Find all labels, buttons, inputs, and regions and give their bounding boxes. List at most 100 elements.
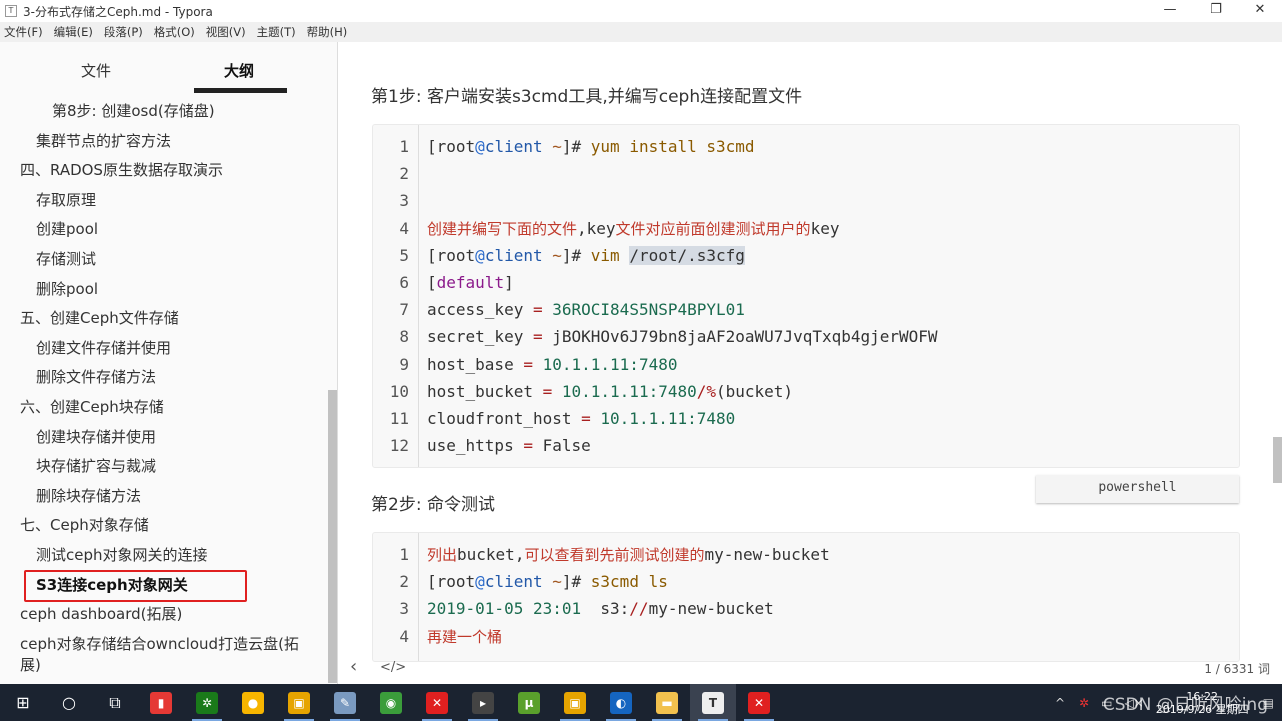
typora-taskbar-button[interactable]: T	[690, 684, 736, 721]
outline-item[interactable]: 删除文件存储方法	[36, 367, 156, 387]
line-number: 2	[399, 164, 409, 184]
menu-item[interactable]: 帮助(H)	[307, 24, 348, 40]
code-token: =	[542, 381, 553, 401]
minimize-button[interactable]: —	[1150, 0, 1190, 22]
outline-item[interactable]: 展)	[20, 655, 41, 675]
code-line: 2 [root@client ~]# s3cmd ls	[373, 568, 1239, 595]
code-token: =	[523, 354, 533, 374]
code-token: [root	[427, 572, 476, 592]
code-token: host_bucket	[427, 381, 543, 401]
code-line: 3	[373, 187, 1239, 214]
menu-item[interactable]: 格式(O)	[154, 24, 195, 40]
xmind-taskbar-button[interactable]: ✕	[414, 684, 460, 721]
code-token: 36ROCI84S5NSP4BPYL01	[552, 300, 745, 320]
outline-item[interactable]: 四、RADOS原生数据存取演示	[20, 160, 223, 180]
line-number: 5	[399, 245, 409, 265]
code-line: 9 host_base = 10.1.1.11:7480	[373, 351, 1239, 378]
code-token: 创建并编写下面的文件	[427, 219, 578, 238]
app-paint-taskbar-button[interactable]: ✎	[322, 684, 368, 721]
outline-item[interactable]: 块存储扩容与裁减	[36, 456, 156, 476]
source-mode-button[interactable]: </>	[380, 660, 406, 675]
line-number: 4	[399, 626, 409, 646]
menu-bar: 文件(F) 编辑(E) 段落(P) 格式(O) 视图(V) 主题(T) 帮助(H)	[0, 22, 1282, 42]
code-token: @	[475, 572, 485, 592]
code-token: 文件对应前面创建测试用户的	[615, 219, 811, 238]
outline-item[interactable]: ceph dashboard(拓展)	[20, 604, 182, 624]
xmind2-icon: ✕	[748, 691, 770, 714]
editor[interactable]: 第1步: 客户端安装s3cmd工具,并编写ceph连接配置文件 1 [root@c…	[338, 42, 1282, 684]
editor-scrollbar[interactable]	[1273, 437, 1282, 483]
app-vm-taskbar-button[interactable]: ▣	[276, 684, 322, 721]
toggle-sidebar-button[interactable]: ‹	[350, 656, 357, 677]
line-number: 7	[399, 300, 409, 320]
windows-start-taskbar-button[interactable]: ⊞	[0, 684, 46, 721]
app-vm2-taskbar-button[interactable]: ▣	[552, 684, 598, 721]
code-token: @	[475, 137, 485, 156]
code-token: bucket,	[457, 545, 525, 564]
search-cortana-taskbar-button[interactable]: ○	[46, 684, 92, 721]
status-bar: ‹ </> 1 / 6331 词	[338, 652, 1282, 684]
code-token: ~	[542, 245, 562, 265]
code-token: host_base	[427, 354, 524, 374]
app-blue-taskbar-button[interactable]: ◐	[598, 684, 644, 721]
menu-item[interactable]: 段落(P)	[104, 24, 143, 40]
outline-item[interactable]: 创建文件存储并使用	[36, 338, 171, 358]
outline-item[interactable]: 删除块存储方法	[36, 486, 141, 506]
xmind2-taskbar-button[interactable]: ✕	[736, 684, 782, 721]
outline-item[interactable]: 删除pool	[36, 279, 98, 299]
outline-item[interactable]: 存取原理	[36, 190, 96, 210]
chrome-taskbar-button[interactable]: ◉	[368, 684, 414, 721]
utorrent-taskbar-button[interactable]: µ	[506, 684, 552, 721]
menu-item[interactable]: 主题(T)	[257, 24, 296, 40]
tab-outline[interactable]: 大纲	[224, 60, 254, 81]
code-token: [root	[427, 245, 476, 265]
line-number: 8	[399, 327, 409, 347]
maximize-button[interactable]: ❐	[1196, 0, 1236, 22]
xmind-icon: ✕	[426, 691, 448, 714]
code-token: 10.1.1.11:7480	[600, 409, 736, 428]
terminal-taskbar-button[interactable]: ▸	[460, 684, 506, 721]
code-token: client	[484, 245, 543, 265]
search-cortana-icon: ○	[62, 693, 76, 712]
tab-files[interactable]: 文件	[81, 60, 111, 81]
outline-item[interactable]: 五、创建Ceph文件存储	[20, 308, 179, 328]
code-token: use_https	[427, 436, 524, 456]
code-token: 可以查看到先前测试创建的	[524, 546, 705, 564]
menu-item[interactable]: 编辑(E)	[54, 24, 93, 40]
sidebar-scrollbar[interactable]	[328, 390, 337, 683]
code-line: 10 host_bucket = 10.1.1.11:7480/%(bucket)	[373, 378, 1239, 405]
close-button[interactable]: ✕	[1240, 0, 1280, 22]
tray-chevron-icon[interactable]: ^	[1055, 696, 1065, 710]
task-view-taskbar-button[interactable]: ⧉	[92, 684, 138, 721]
outline-item[interactable]: 存储测试	[36, 249, 96, 269]
code-token: =	[581, 409, 591, 428]
code-token: 10.1.1.11:7480	[561, 381, 697, 401]
outline-item[interactable]: ceph对象存储结合owncloud打造云盘(拓	[20, 634, 299, 654]
word-count[interactable]: 1 / 6331 词	[1204, 660, 1270, 677]
outline-item[interactable]: 测试ceph对象网关的连接	[36, 545, 208, 565]
code-token: cloudfront_host	[427, 409, 582, 428]
outline-item[interactable]: 七、Ceph对象存储	[20, 515, 149, 535]
menu-item[interactable]: 视图(V)	[206, 24, 246, 40]
menu-item[interactable]: 文件(F)	[4, 24, 43, 40]
code-line: 12 use_https = False	[373, 432, 1239, 459]
tray-app-icon[interactable]: ✲	[1079, 696, 1089, 710]
code-token: key	[810, 218, 840, 238]
code-block-2[interactable]: 1 列出bucket,可以查看到先前测试创建的my-new-bucket 2 [roo…	[372, 532, 1240, 662]
outline-item[interactable]: 第8步: 创建osd(存储盘)	[52, 101, 215, 121]
code-language-select[interactable]: powershell	[1036, 475, 1239, 503]
code-block-1[interactable]: 1 [root@client ~]# yum install s3cmd 2 3 4 创建…	[372, 124, 1240, 468]
app-colorful-taskbar-button[interactable]: ▮	[138, 684, 184, 721]
app-qq-taskbar-button[interactable]: ●	[230, 684, 276, 721]
outline-item[interactable]: 六、创建Ceph块存储	[20, 397, 164, 417]
outline-item[interactable]: 集群节点的扩容方法	[36, 131, 171, 151]
app-green-taskbar-button[interactable]: ✲	[184, 684, 230, 721]
outline-item[interactable]: 创建块存储并使用	[36, 427, 156, 447]
code-token: ]#	[561, 572, 591, 592]
outline-item[interactable]: 创建pool	[36, 219, 98, 239]
file-explorer-taskbar-button[interactable]: ▬	[644, 684, 690, 721]
typora-app-icon: T	[5, 5, 17, 17]
line-number: 1	[399, 137, 409, 156]
